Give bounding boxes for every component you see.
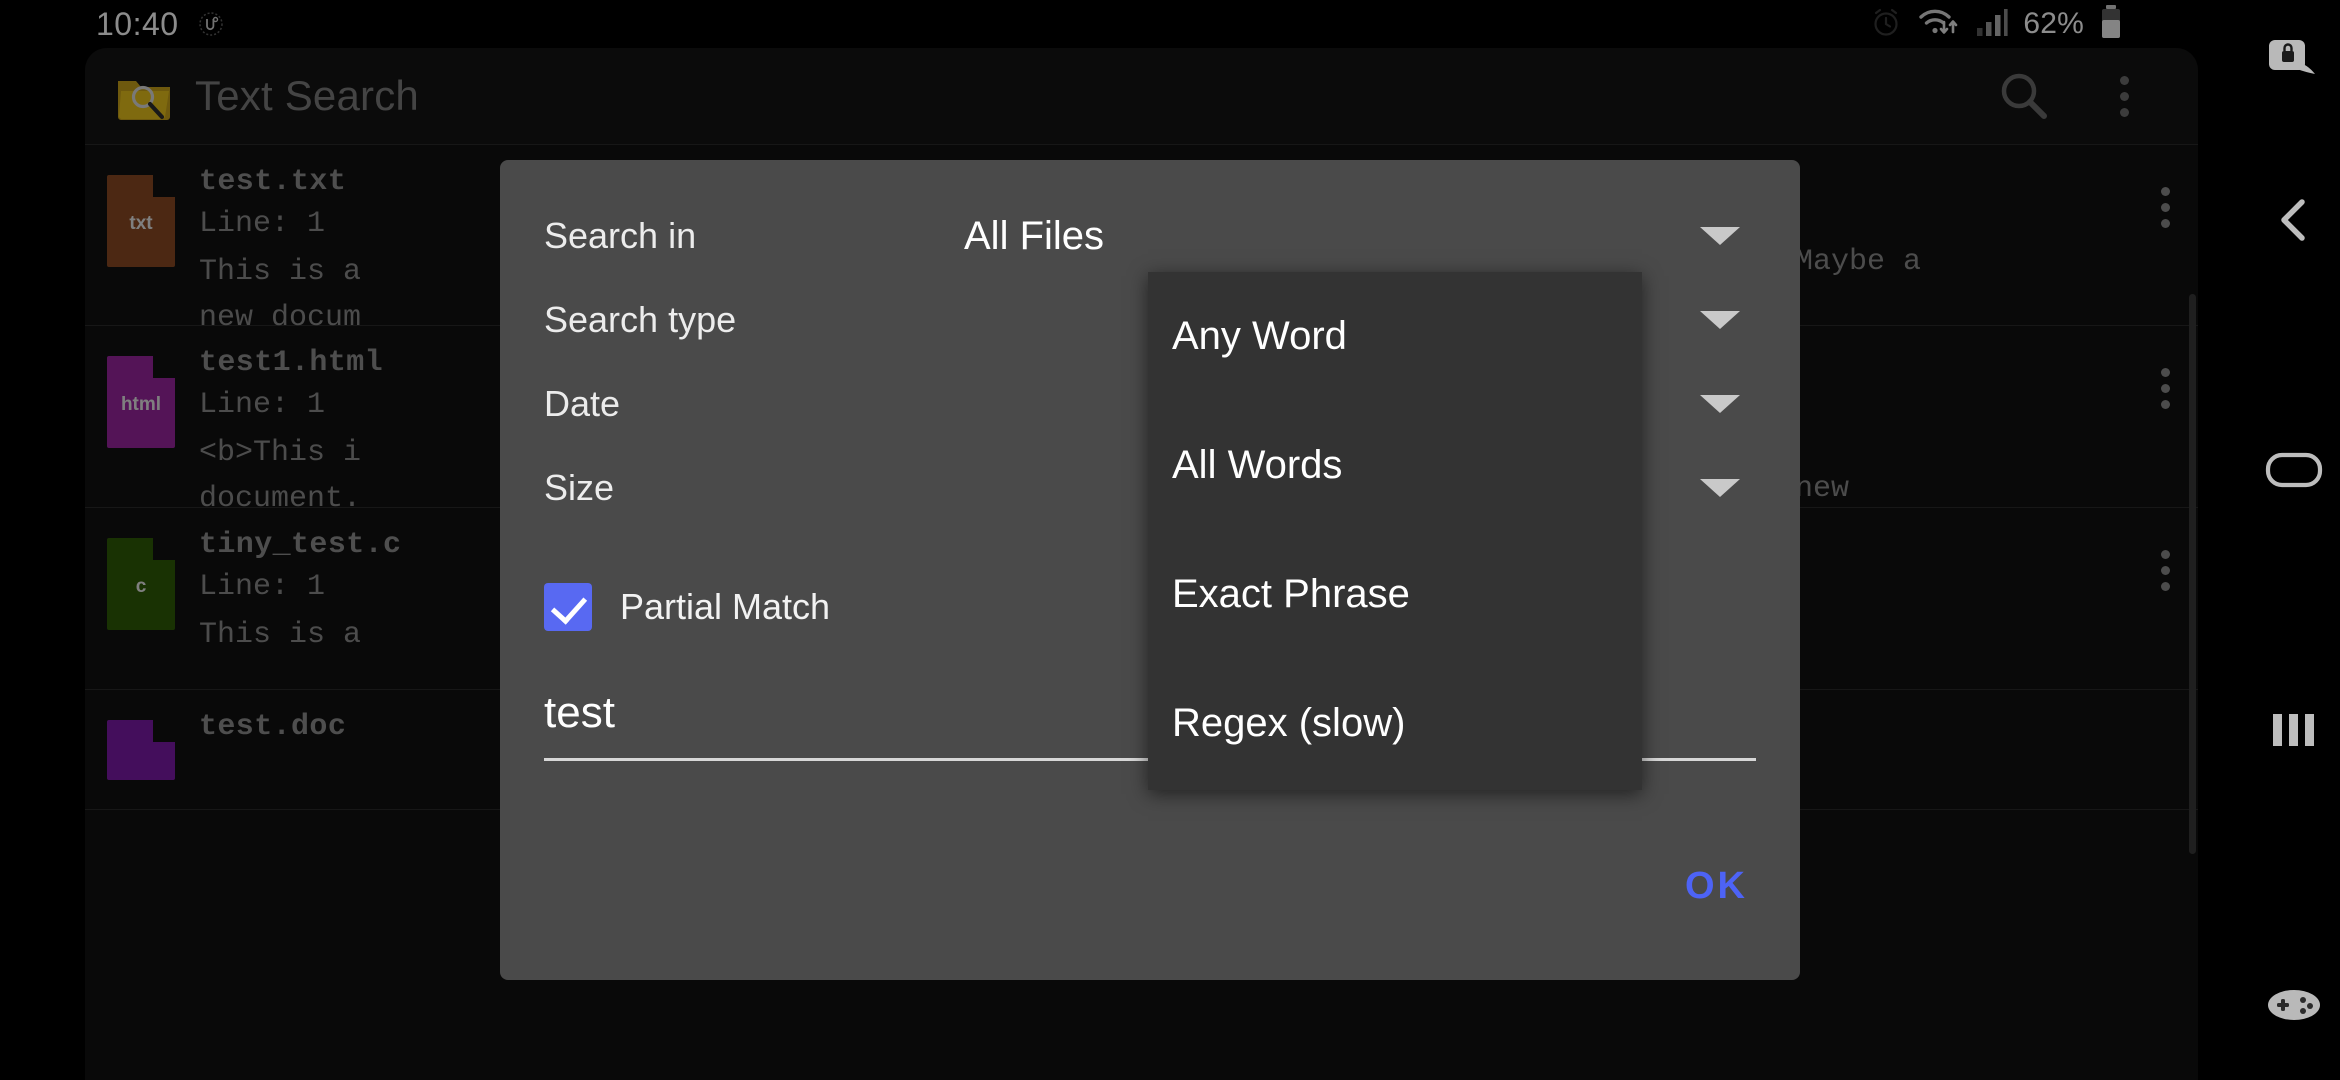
game-launcher-icon[interactable] [2248, 930, 2340, 1080]
search-type-dropdown-menu[interactable]: Any Word All Words Exact Phrase Regex (s… [1148, 272, 1642, 790]
dialog-actions: OK [1685, 865, 1748, 908]
home-icon[interactable] [2248, 320, 2340, 620]
back-icon[interactable] [2248, 120, 2340, 320]
screen-lock-icon[interactable] [2248, 0, 2340, 120]
partial-match-checkbox[interactable] [544, 583, 592, 631]
menu-item-any-word[interactable]: Any Word [1148, 272, 1642, 401]
recents-icon[interactable] [2248, 620, 2340, 840]
chevron-down-icon[interactable] [1700, 311, 1740, 329]
screen-root: 10:40 62% Text Search txt test.txt Line:… [0, 0, 2340, 1080]
option-label: Date [544, 383, 621, 424]
chevron-down-icon[interactable] [1700, 227, 1740, 245]
option-value-search-in: All Files [964, 213, 1105, 258]
option-label: Search type [544, 299, 737, 340]
chevron-down-icon[interactable] [1700, 479, 1740, 497]
option-label: Size [544, 467, 615, 508]
navigation-sidebar [2248, 0, 2340, 1080]
partial-match-label: Partial Match [620, 586, 831, 627]
option-row-search-in[interactable]: Search in All Files [544, 194, 1756, 278]
option-label: Search in [544, 215, 697, 256]
ok-button[interactable]: OK [1685, 865, 1748, 908]
menu-item-regex-slow[interactable]: Regex (slow) [1148, 659, 1642, 788]
chevron-down-icon[interactable] [1700, 395, 1740, 413]
menu-item-all-words[interactable]: All Words [1148, 401, 1642, 530]
search-query-value[interactable]: test [544, 688, 615, 738]
menu-item-exact-phrase[interactable]: Exact Phrase [1148, 530, 1642, 659]
